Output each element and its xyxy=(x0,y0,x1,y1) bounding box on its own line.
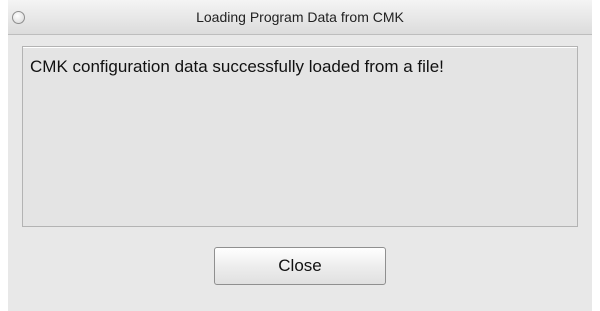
title-bar[interactable]: Loading Program Data from CMK xyxy=(8,0,592,35)
dialog-window: Loading Program Data from CMK CMK config… xyxy=(8,0,592,311)
close-button[interactable]: Close xyxy=(214,247,386,285)
window-title: Loading Program Data from CMK xyxy=(196,9,404,25)
message-area: CMK configuration data successfully load… xyxy=(22,46,578,227)
status-message: CMK configuration data successfully load… xyxy=(30,57,444,76)
